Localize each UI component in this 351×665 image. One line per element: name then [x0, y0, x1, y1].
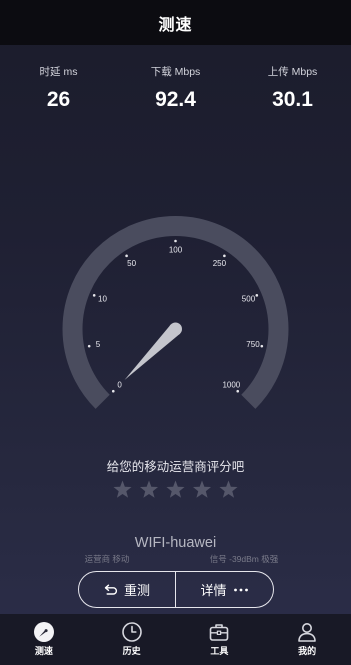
clock-icon [121, 621, 143, 643]
bottom-nav: 测速 历史 工具 我的 [0, 614, 351, 665]
gauge-tick-label: 10 [98, 294, 107, 303]
page-title: 测速 [158, 16, 193, 34]
person-icon [296, 621, 318, 643]
nav-item-tools[interactable]: 工具 [176, 614, 264, 665]
gauge-tick-dot [260, 344, 264, 348]
carrier-info: 运营商 移动 [84, 554, 130, 564]
gauge-tick-dot [87, 344, 91, 348]
gauge-tick-dot [92, 294, 96, 297]
rating-star[interactable] [113, 480, 132, 498]
nav-item-history[interactable]: 历史 [88, 614, 176, 665]
rating-star[interactable] [139, 480, 159, 498]
gauge-tick-label: 5 [96, 340, 101, 349]
latency-label: 时延 ms [39, 66, 78, 78]
details-button[interactable]: 详情 [176, 571, 274, 608]
undo-arrow-icon [104, 584, 118, 596]
gauge-tick-label: 250 [213, 259, 227, 268]
download-value: 92.4 [155, 88, 196, 111]
upload-value: 30.1 [272, 88, 313, 111]
gauge-tick-dot [125, 254, 128, 258]
gauge-tick-label: 1000 [222, 380, 240, 389]
retest-button[interactable]: 重测 [78, 571, 176, 608]
speed-test-screen: 测速 时延 ms 26 下载 Mbps 92.4 上传 Mbps 30.1 0 5… [0, 0, 351, 665]
wifi-ssid: WIFI-huawei [134, 535, 217, 551]
gauge-tick-dot [255, 294, 259, 297]
upload-label: 上传 Mbps [267, 66, 318, 78]
metric-upload: 上传 Mbps 30.1 [234, 62, 351, 113]
nav-item-label: 测速 [34, 646, 53, 656]
latency-value: 26 [46, 88, 71, 111]
signal-info: 信号 -39dBm 极强 [209, 554, 279, 564]
download-label: 下载 Mbps [150, 66, 201, 78]
gauge-tick-label: 0 [117, 380, 122, 389]
gauge-tick-label: 100 [169, 246, 183, 255]
nav-item-profile[interactable]: 我的 [263, 614, 351, 665]
network-info: 运营商 移动 信号 -39dBm 极强 [0, 553, 351, 565]
gauge-tick-label: 750 [246, 340, 260, 349]
nav-item-label: 历史 [122, 646, 141, 656]
nav-item-label: 工具 [210, 646, 229, 656]
metric-download: 下载 Mbps 92.4 [117, 62, 234, 113]
rating-prompt: 给您的移动运营商评分吧 [106, 460, 245, 474]
nav-item-speedtest[interactable]: 测速 [0, 614, 88, 665]
gauge-tick-dot [236, 389, 240, 393]
rating-star[interactable] [166, 480, 185, 498]
gauge-tick-label: 50 [127, 259, 136, 268]
speed-gauge: 0 5 10 50 100 250 500 750 1000 [62, 216, 289, 409]
rating-star[interactable] [192, 480, 212, 498]
speedometer-icon [33, 621, 55, 643]
retest-label: 重测 [123, 583, 150, 598]
gauge-needle [124, 322, 182, 380]
more-dots-icon [233, 587, 249, 593]
action-buttons: 重测 详情 [78, 571, 274, 608]
metrics-row: 时延 ms 26 下载 Mbps 92.4 上传 Mbps 30.1 [0, 62, 351, 113]
gauge-tick-dot [223, 254, 226, 258]
gauge-tick-label: 500 [242, 294, 256, 303]
gauge-tick-dot [111, 389, 115, 393]
toolbox-icon [208, 621, 230, 643]
app-header: 测速 [0, 0, 351, 45]
gauge-tick-dot [174, 239, 177, 243]
metric-latency: 时延 ms 26 [0, 62, 117, 113]
details-label: 详情 [200, 583, 227, 598]
rating-stars [113, 480, 238, 498]
nav-item-label: 我的 [298, 646, 317, 656]
rating-star[interactable] [219, 480, 238, 498]
